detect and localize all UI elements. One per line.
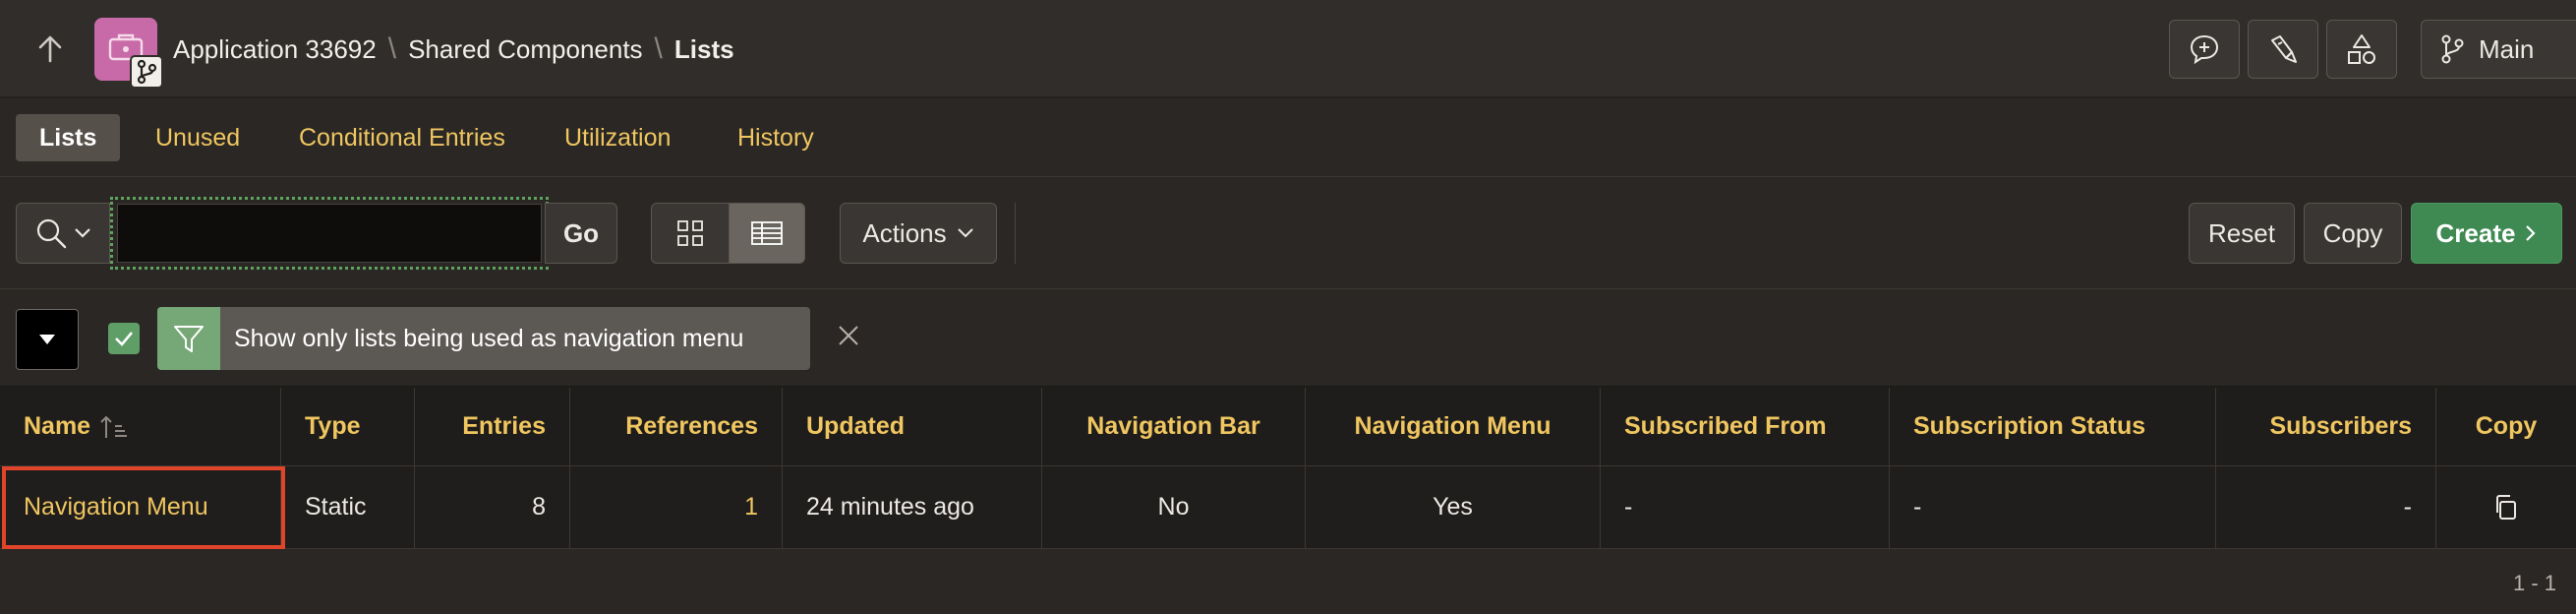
- cell-name-link[interactable]: Navigation Menu: [0, 466, 281, 548]
- collapse-filters-button[interactable]: [16, 309, 79, 370]
- table-header: Name Type Entries References Updated Nav…: [0, 388, 2576, 466]
- tab-utilization[interactable]: Utilization: [541, 114, 694, 161]
- copy-button[interactable]: Copy: [2304, 203, 2402, 264]
- table-row: Navigation Menu Static 8 1 24 minutes ag…: [0, 466, 2576, 549]
- shapes-button[interactable]: [2326, 20, 2397, 79]
- search-columns-button[interactable]: [16, 203, 110, 264]
- breadcrumb-separator: \: [654, 32, 663, 65]
- up-arrow-icon[interactable]: [33, 31, 67, 67]
- column-header-subscribed-from[interactable]: Subscribed From: [1601, 388, 1890, 465]
- table-view-icon: [750, 219, 784, 247]
- create-button[interactable]: Create: [2411, 203, 2562, 264]
- cell-copy: [2436, 466, 2576, 548]
- grid-view-icon: [675, 218, 705, 248]
- sort-ascending-icon[interactable]: [98, 414, 128, 440]
- cell-type: Static: [281, 466, 415, 548]
- report-footer: 1 - 1: [0, 549, 2576, 614]
- chevron-right-icon: [2525, 224, 2537, 242]
- chevron-down-icon: [957, 227, 974, 239]
- tab-conditional-entries[interactable]: Conditional Entries: [275, 114, 529, 161]
- go-button[interactable]: Go: [545, 203, 617, 264]
- pagination-range: 1 - 1: [2512, 571, 2556, 595]
- create-label: Create: [2435, 217, 2516, 248]
- column-header-references[interactable]: References: [570, 388, 783, 465]
- column-header-entries[interactable]: Entries: [415, 388, 570, 465]
- flashlight-icon: [2266, 32, 2300, 66]
- cell-navigation-menu: Yes: [1306, 466, 1601, 548]
- column-header-copy[interactable]: Copy: [2436, 388, 2576, 465]
- search-input[interactable]: [117, 204, 542, 263]
- breadcrumb: Application 33692 \ Shared Components \ …: [173, 30, 734, 69]
- column-header-name-label: Name: [24, 412, 91, 440]
- reset-button[interactable]: Reset: [2189, 203, 2295, 264]
- tab-unused[interactable]: Unused: [132, 114, 263, 161]
- chat-add-icon: [2188, 32, 2221, 66]
- cell-subscription-status: -: [1890, 466, 2216, 548]
- debug-button[interactable]: [2248, 20, 2318, 79]
- caret-down-icon: [37, 333, 57, 346]
- branch-badge-icon: [130, 55, 163, 89]
- filter-chip[interactable]: Show only lists being used as navigation…: [157, 307, 810, 370]
- checkmark-icon: [113, 330, 135, 347]
- column-header-navigation-bar[interactable]: Navigation Bar: [1042, 388, 1306, 465]
- column-header-type[interactable]: Type: [281, 388, 415, 465]
- copy-icon[interactable]: [2491, 493, 2521, 522]
- cell-entries: 8: [415, 466, 570, 548]
- report-toolbar: Go Actions Reset Copy Create: [0, 177, 2576, 289]
- search-icon: [34, 216, 68, 250]
- shapes-icon: [2345, 32, 2378, 66]
- breadcrumb-shared-components[interactable]: Shared Components: [408, 34, 642, 65]
- cell-navigation-bar: No: [1042, 466, 1306, 548]
- cell-subscribed-from: -: [1601, 466, 1890, 548]
- filter-icon: [157, 307, 220, 370]
- git-branch-icon: [2435, 32, 2469, 66]
- branch-selector[interactable]: Main: [2421, 20, 2576, 79]
- cell-subscribers: -: [2216, 466, 2436, 548]
- toolbar-divider: [1015, 203, 1016, 264]
- tab-bar: Lists Unused Conditional Entries Utiliza…: [0, 98, 2576, 177]
- column-header-name[interactable]: Name: [0, 388, 281, 465]
- breadcrumb-application[interactable]: Application 33692: [173, 34, 377, 65]
- remove-filter-close-icon[interactable]: [834, 321, 863, 350]
- search-field-focus-ring: [110, 197, 549, 270]
- cell-updated: 24 minutes ago: [783, 466, 1042, 548]
- breadcrumb-current: Lists: [673, 33, 734, 64]
- filter-label: Show only lists being used as navigation…: [234, 324, 744, 352]
- column-header-subscription-status[interactable]: Subscription Status: [1890, 388, 2216, 465]
- report-view-button[interactable]: [729, 203, 805, 264]
- filter-bar: Show only lists being used as navigation…: [0, 289, 2576, 388]
- column-header-subscribers[interactable]: Subscribers: [2216, 388, 2436, 465]
- tab-history[interactable]: History: [714, 114, 838, 161]
- chevron-down-icon: [74, 227, 91, 239]
- feedback-button[interactable]: [2169, 20, 2240, 79]
- actions-label: Actions: [862, 217, 947, 248]
- column-header-navigation-menu[interactable]: Navigation Menu: [1306, 388, 1601, 465]
- tab-lists[interactable]: Lists: [16, 114, 121, 161]
- branch-label: Main: [2479, 33, 2535, 64]
- breadcrumb-separator: \: [387, 32, 397, 65]
- icon-view-button[interactable]: [651, 203, 730, 264]
- filter-enable-checkbox[interactable]: [108, 323, 140, 354]
- column-header-updated[interactable]: Updated: [783, 388, 1042, 465]
- cell-references-link[interactable]: 1: [570, 466, 783, 548]
- app-header: Application 33692 \ Shared Components \ …: [0, 0, 2576, 98]
- actions-menu-button[interactable]: Actions: [840, 203, 997, 264]
